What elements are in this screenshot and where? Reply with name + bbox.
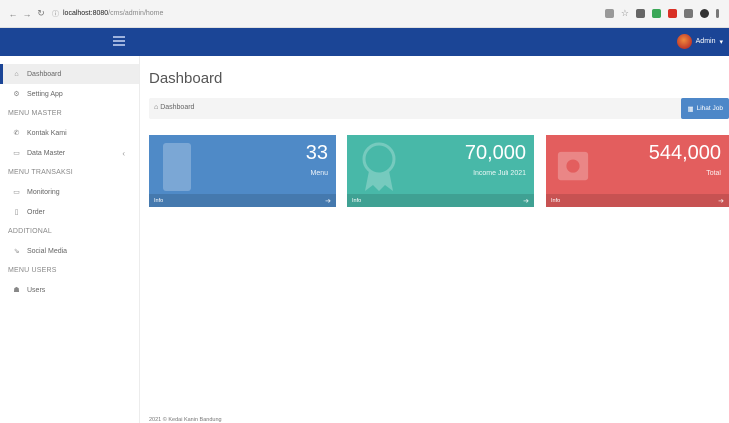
sidebar-item-monitoring[interactable]: ▭ Monitoring [0, 182, 139, 202]
stat-footer-label: Info [154, 197, 164, 204]
stat-card-footer[interactable]: Info ➔ [149, 194, 336, 207]
phone-icon: ✆ [13, 130, 20, 137]
stat-label: Income Juli 2021 [473, 170, 526, 177]
sidebar-item-label: Monitoring [27, 188, 60, 196]
address-bar[interactable]: ⓘ localhost:8080 /cms/admin/home [52, 5, 605, 23]
stat-card-footer[interactable]: Info ➔ [546, 194, 729, 207]
document-icon [163, 143, 191, 191]
money-icon [557, 151, 589, 181]
sidebar-item-label: Dashboard [27, 70, 62, 78]
sidebar-item-setting-app[interactable]: ⚙ Setting App [0, 84, 139, 104]
sidebar-section-users: MENU USERS [8, 267, 57, 274]
stat-card-footer[interactable]: Info ➔ [347, 194, 534, 207]
sidebar-item-users[interactable]: ☗ Users [0, 280, 139, 300]
avatar [676, 34, 692, 49]
extension-red-icon[interactable] [668, 9, 677, 18]
extension-icon[interactable] [636, 9, 645, 18]
monitor-icon: ▭ [13, 150, 20, 157]
sidebar-item-kontak-kami[interactable]: ✆ Kontak Kami [0, 123, 139, 143]
share-icon: ⇘ [13, 248, 20, 255]
chevron-left-icon: ‹ [122, 148, 125, 158]
sidebar-section-master: MENU MASTER [8, 110, 62, 117]
page-footer: 2021 © Kedai Kanin Bandung [149, 417, 222, 423]
gear-icon: ⚙ [13, 91, 20, 98]
stat-footer-label: Info [352, 197, 362, 204]
main-content: Dashboard ⌂ Dashboard ▦ Lihat Job 33 Men… [140, 56, 729, 423]
clipboard-icon: ▯ [14, 209, 19, 216]
user-name: Admin [695, 38, 716, 45]
translate-icon[interactable] [604, 9, 614, 18]
stat-value: 544,000 [648, 142, 721, 164]
forward-icon[interactable]: → [20, 7, 34, 21]
report-button-label: Lihat Job [696, 105, 723, 112]
url-path: /cms/admin/home [108, 10, 164, 17]
profile-icon[interactable] [700, 9, 709, 18]
hamburger-icon[interactable] [113, 36, 125, 48]
award-icon [362, 142, 396, 191]
users-icon: ☗ [13, 287, 20, 294]
sidebar-item-label: Order [27, 208, 45, 216]
arrow-circle-right-icon: ➔ [718, 197, 724, 205]
sidebar-item-label: Data Master [27, 149, 66, 157]
sidebar-item-label: Social Media [27, 247, 68, 255]
arrow-circle-right-icon: ➔ [523, 197, 529, 205]
stat-card-income: 70,000 Income Juli 2021 Info ➔ [347, 135, 534, 207]
browser-toolbar: ← → ↻ ⓘ localhost:8080 /cms/admin/home ☆ [0, 0, 729, 28]
menu-dots-icon[interactable] [716, 9, 719, 18]
sidebar-item-label: Kontak Kami [27, 129, 67, 137]
sidebar-item-label: Setting App [27, 90, 63, 98]
stat-footer-label: Info [551, 197, 561, 204]
sidebar-item-order[interactable]: ▯ Order [0, 202, 139, 222]
sidebar-item-dashboard[interactable]: ⌂ Dashboard [0, 64, 139, 84]
breadcrumb-item[interactable]: ⌂ Dashboard [154, 104, 194, 111]
sidebar-item-label: Users [27, 286, 46, 294]
report-button[interactable]: ▦ Lihat Job [681, 98, 729, 119]
breadcrumb: ⌂ Dashboard ▦ Lihat Job [149, 98, 729, 119]
user-menu[interactable]: Admin ▾ [676, 34, 723, 49]
sidebar: ⌂ Dashboard ⚙ Setting App MENU MASTER ✆ … [0, 56, 140, 423]
chevron-down-icon: ▾ [719, 38, 723, 46]
back-icon[interactable]: ← [6, 7, 20, 21]
puzzle-icon[interactable] [684, 9, 693, 18]
url-host: localhost:8080 [63, 10, 109, 17]
app-header: Admin ▾ [0, 28, 729, 56]
stat-card-menu: 33 Menu Info ➔ [149, 135, 336, 207]
stat-value: 33 [305, 142, 328, 164]
stat-label: Total [706, 170, 721, 177]
laptop-icon: ▭ [13, 189, 20, 196]
sidebar-item-social-media[interactable]: ⇘ Social Media [0, 241, 139, 261]
home-icon: ⌂ [14, 70, 19, 78]
star-icon[interactable]: ☆ [621, 8, 629, 19]
table-icon: ▦ [687, 105, 694, 113]
sidebar-section-additional: ADDITIONAL [8, 228, 53, 235]
sidebar-section-transaksi: MENU TRANSAKSI [8, 169, 73, 176]
reload-icon[interactable]: ↻ [34, 7, 48, 21]
arrow-circle-right-icon: ➔ [325, 197, 331, 205]
extensions-bar: ☆ [604, 8, 719, 19]
stat-value: 70,000 [464, 142, 526, 164]
page-title: Dashboard [149, 70, 223, 87]
stat-card-total: 544,000 Total Info ➔ [546, 135, 729, 207]
sidebar-item-data-master[interactable]: ▭ Data Master ‹ [0, 143, 139, 163]
extension-green-icon[interactable] [652, 9, 661, 18]
stat-label: Menu [310, 170, 328, 177]
info-icon[interactable]: ⓘ [52, 9, 59, 19]
